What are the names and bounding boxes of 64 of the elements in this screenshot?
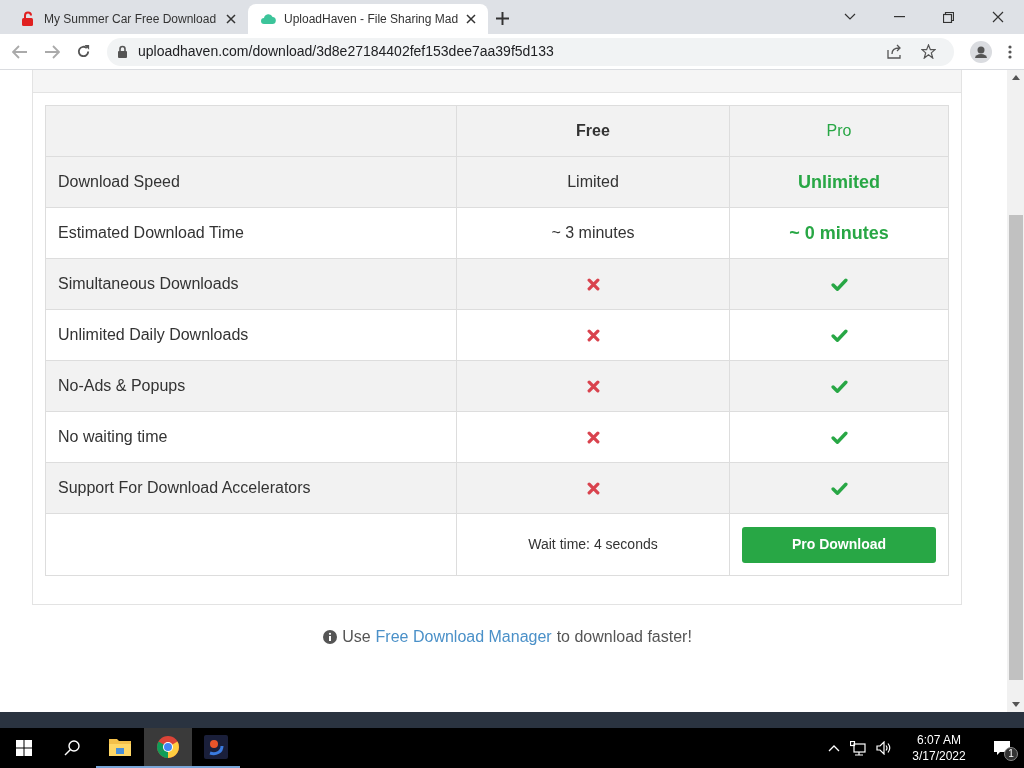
check-icon xyxy=(830,328,848,342)
chrome-icon[interactable] xyxy=(156,735,180,759)
url-text: uploadhaven.com/download/3d8e27184402fef153dee7aa39f5d133 xyxy=(138,42,555,61)
close-icon[interactable] xyxy=(466,14,476,24)
minimize-icon[interactable] xyxy=(894,16,905,18)
windows-icon[interactable] xyxy=(16,740,32,756)
cross-icon xyxy=(586,379,600,393)
share-icon[interactable] xyxy=(887,44,903,59)
feature-cell: Estimated Download Time xyxy=(45,207,457,259)
scroll-up-icon[interactable] xyxy=(1011,75,1020,80)
cross-icon xyxy=(586,277,600,291)
column-header: Free xyxy=(456,105,730,157)
column-header: Pro xyxy=(729,105,949,157)
info-icon xyxy=(323,630,338,644)
cross-icon xyxy=(586,430,600,444)
reload-icon[interactable] xyxy=(76,44,91,59)
info-text: to download faster! xyxy=(556,627,692,647)
feature-cell: Support For Download Accelerators xyxy=(45,462,457,514)
menu-icon[interactable] xyxy=(1008,44,1012,59)
download-manager-link[interactable]: Free Download Manager xyxy=(375,625,552,649)
tab-title: My Summer Car Free Download xyxy=(44,11,218,28)
app-icon[interactable] xyxy=(204,735,228,759)
clock-date: 3/17/2022 xyxy=(912,748,966,764)
cross-icon xyxy=(586,481,600,495)
browser-tab[interactable]: My Summer Car Free Download xyxy=(8,4,248,34)
taskbar-item[interactable] xyxy=(144,728,192,768)
check-icon xyxy=(830,481,848,495)
scrollbar[interactable] xyxy=(1007,70,1024,712)
chevron-up-icon[interactable] xyxy=(828,744,840,752)
cloud-icon xyxy=(260,11,276,27)
avatar-icon[interactable] xyxy=(970,40,992,63)
table-cell: ~ 0 minutes xyxy=(729,207,949,259)
feature-cell: Download Speed xyxy=(45,156,457,208)
cross-icon xyxy=(586,328,600,342)
tab-title: UploadHaven - File Sharing Mad xyxy=(284,11,458,28)
scroll-down-icon[interactable] xyxy=(1011,702,1020,707)
feature-cell: No-Ads & Popups xyxy=(45,360,457,412)
lock-icon xyxy=(117,45,128,58)
lock-icon xyxy=(20,11,36,27)
network-icon[interactable] xyxy=(850,740,866,756)
close-icon[interactable] xyxy=(226,14,236,24)
folder-icon[interactable] xyxy=(108,737,132,757)
info-text: Use xyxy=(342,627,371,647)
restore-icon[interactable] xyxy=(943,11,954,23)
address-field[interactable]: uploadhaven.com/download/3d8e27184402fef153dee7aa39f5d133 xyxy=(107,37,954,66)
feature-cell: Simultaneous Downloads xyxy=(45,258,457,310)
table-cell: Unlimited xyxy=(729,156,949,208)
wait-time-text: Wait time: 4 seconds xyxy=(456,513,730,576)
search-icon[interactable] xyxy=(64,740,80,756)
check-icon xyxy=(830,430,848,444)
feature-cell: No waiting time xyxy=(45,411,457,463)
browser-tab[interactable]: UploadHaven - File Sharing Mad xyxy=(248,4,488,34)
speaker-icon[interactable] xyxy=(876,741,892,755)
star-icon[interactable] xyxy=(921,44,936,59)
check-icon xyxy=(830,277,848,291)
clock-time: 6:07 AM xyxy=(917,732,961,748)
notification-badge: 1 xyxy=(1004,746,1018,761)
table-cell: Limited xyxy=(456,156,730,208)
new-tab-icon[interactable] xyxy=(496,12,509,25)
close-icon[interactable] xyxy=(992,11,1004,23)
check-icon xyxy=(830,379,848,393)
chevron-down-icon[interactable] xyxy=(844,13,856,21)
table-cell: ~ 3 minutes xyxy=(456,207,730,259)
feature-cell: Unlimited Daily Downloads xyxy=(45,309,457,361)
